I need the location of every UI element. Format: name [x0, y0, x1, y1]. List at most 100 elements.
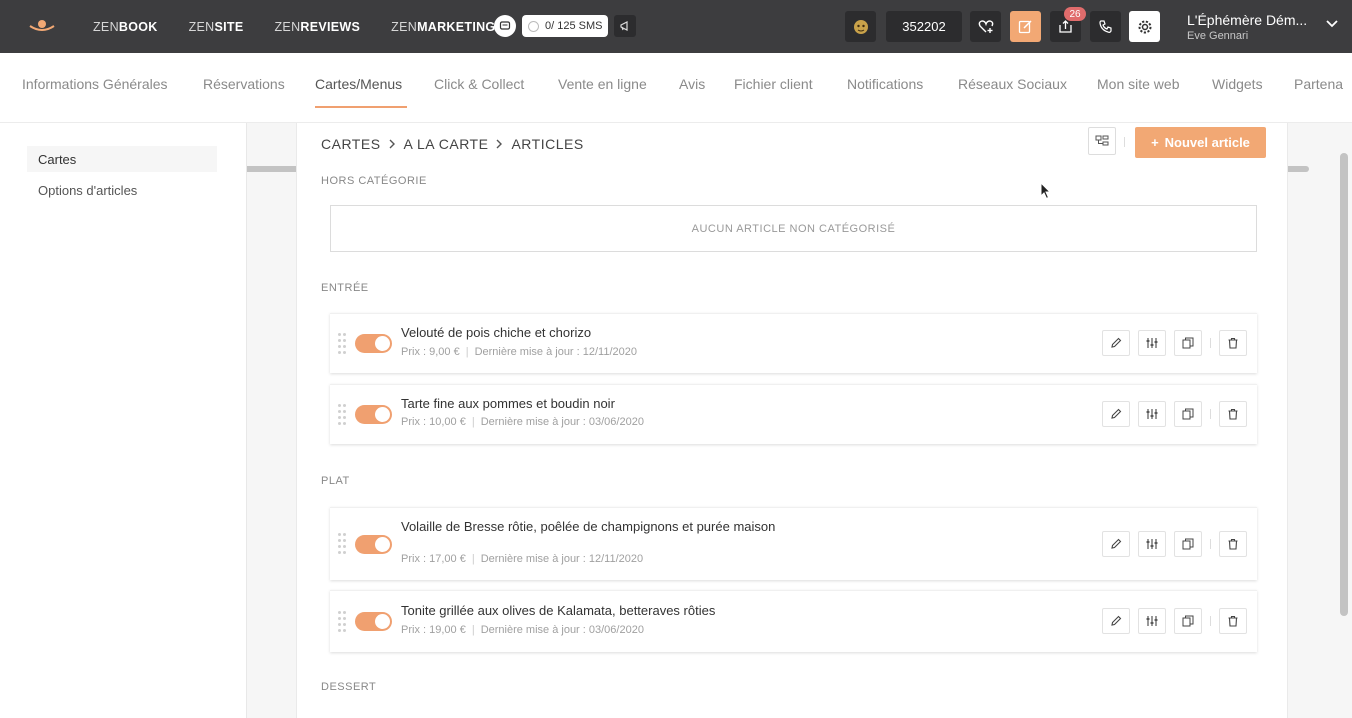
delete-button[interactable] [1219, 531, 1247, 557]
article-name: Volaille de Bresse rôtie, poêlée de cham… [401, 519, 776, 534]
article-row[interactable]: Tarte fine aux pommes et boudin noir Pri… [330, 384, 1257, 444]
account-menu[interactable]: L'Éphémère Dém... Eve Gennari [1187, 12, 1317, 42]
breadcrumb-articles: ARTICLES [511, 136, 584, 152]
nav-zenbook[interactable]: ZENBOOK [93, 20, 158, 34]
tab-reservations[interactable]: Réservations [203, 76, 285, 92]
options-button[interactable] [1138, 401, 1166, 427]
nav-zensite[interactable]: ZENSITE [189, 20, 244, 34]
availability-toggle[interactable] [355, 535, 392, 554]
duplicate-button[interactable] [1174, 401, 1202, 427]
mouse-cursor-icon [1040, 182, 1052, 200]
drag-handle-icon[interactable] [338, 404, 348, 426]
copy-icon [1182, 408, 1194, 420]
heart-plus-icon[interactable] [970, 11, 1001, 42]
edit-button[interactable] [1102, 330, 1130, 356]
sms-label: 0/ 125 SMS [545, 20, 603, 32]
options-button[interactable] [1138, 608, 1166, 634]
divider [1210, 616, 1211, 626]
chevron-down-icon[interactable] [1326, 17, 1338, 31]
section-tabs: Informations Générales Réservations Cart… [0, 53, 1352, 172]
top-bar: ZENBOOK ZENSITE ZENREVIEWS ZENMARKETING … [0, 0, 1352, 53]
duplicate-button[interactable] [1174, 330, 1202, 356]
delete-button[interactable] [1219, 401, 1247, 427]
restaurant-id[interactable]: 352202 [886, 11, 962, 42]
tab-partenaires[interactable]: Partena [1294, 76, 1343, 92]
article-row[interactable]: Tonite grillée aux olives de Kalamata, b… [330, 590, 1257, 652]
sms-progress-ring [528, 20, 539, 32]
trash-icon [1228, 615, 1238, 627]
megaphone-icon[interactable] [614, 15, 637, 37]
trash-icon [1228, 408, 1238, 420]
tab-informations-generales[interactable]: Informations Générales [22, 76, 168, 92]
breadcrumb-a-la-carte[interactable]: A LA CARTE [404, 136, 489, 152]
vertical-scrollbar[interactable] [1340, 153, 1348, 616]
article-row[interactable]: Volaille de Bresse rôtie, poêlée de cham… [330, 507, 1257, 580]
tab-click-collect[interactable]: Click & Collect [434, 76, 524, 92]
options-button[interactable] [1138, 330, 1166, 356]
nav-zenmarketing[interactable]: ZENMARKETING [391, 20, 495, 34]
trash-icon [1228, 538, 1238, 550]
breadcrumb-cartes[interactable]: CARTES [321, 136, 381, 152]
message-icon[interactable] [494, 15, 516, 37]
sliders-icon [1146, 338, 1158, 348]
options-button[interactable] [1138, 531, 1166, 557]
article-meta: Prix : 19,00 € | Dernière mise à jour : 03… [401, 624, 644, 636]
article-price: Prix : 9,00 € [401, 346, 460, 358]
article-price: Prix : 19,00 € [401, 624, 466, 636]
sms-counter[interactable]: 0/ 125 SMS [522, 15, 609, 37]
availability-toggle[interactable] [355, 612, 392, 631]
tree-view-button[interactable] [1088, 127, 1116, 155]
product-nav: ZENBOOK ZENSITE ZENREVIEWS ZENMARKETING [93, 0, 495, 53]
article-name: Tarte fine aux pommes et boudin noir [401, 396, 615, 411]
divider [1210, 338, 1211, 348]
phone-icon[interactable] [1090, 11, 1121, 42]
edit-note-icon[interactable] [1010, 11, 1041, 42]
copy-icon [1182, 538, 1194, 550]
edit-button[interactable] [1102, 608, 1130, 634]
duplicate-button[interactable] [1174, 531, 1202, 557]
account-user: Eve Gennari [1187, 30, 1249, 42]
tab-reseaux-sociaux[interactable]: Réseaux Sociaux [958, 76, 1067, 92]
drag-handle-icon[interactable] [338, 611, 348, 633]
article-row[interactable]: Velouté de pois chiche et chorizo Prix :… [330, 313, 1257, 373]
hierarchy-icon [1095, 135, 1109, 146]
copy-icon [1182, 615, 1194, 627]
drag-handle-icon[interactable] [338, 333, 348, 355]
gear-icon[interactable] [1129, 11, 1160, 42]
duplicate-button[interactable] [1174, 608, 1202, 634]
tab-cartes-menus[interactable]: Cartes/Menus [315, 76, 402, 92]
sidebar: Cartes Options d'articles [0, 123, 247, 718]
chevron-right-icon [389, 137, 396, 152]
delete-button[interactable] [1219, 330, 1247, 356]
zenchef-logo[interactable] [28, 14, 56, 36]
availability-toggle[interactable] [355, 405, 392, 424]
pencil-icon [1111, 538, 1122, 549]
delete-button[interactable] [1219, 608, 1247, 634]
new-article-button[interactable]: + Nouvel article [1135, 127, 1266, 158]
sidebar-item-options-articles[interactable]: Options d'articles [27, 177, 217, 203]
divider [1124, 137, 1125, 147]
empty-uncategorized: AUCUN ARTICLE NON CATÉGORISÉ [330, 205, 1257, 252]
pencil-icon [1111, 615, 1122, 626]
tab-vente-en-ligne[interactable]: Vente en ligne [558, 76, 647, 92]
articles-panel: CARTES A LA CARTE ARTICLES + Nouvel arti… [296, 123, 1288, 718]
tab-widgets[interactable]: Widgets [1212, 76, 1263, 92]
tab-fichier-client[interactable]: Fichier client [734, 76, 813, 92]
chevron-right-icon [496, 137, 503, 152]
availability-toggle[interactable] [355, 334, 392, 353]
article-price: Prix : 17,00 € [401, 553, 466, 565]
edit-button[interactable] [1102, 531, 1130, 557]
drag-handle-icon[interactable] [338, 533, 348, 555]
tab-avis[interactable]: Avis [679, 76, 705, 92]
tab-mon-site-web[interactable]: Mon site web [1097, 76, 1179, 92]
nav-zenreviews[interactable]: ZENREVIEWS [275, 20, 361, 34]
section-title-dessert: DESSERT [321, 681, 377, 693]
pencil-icon [1111, 408, 1122, 419]
edit-button[interactable] [1102, 401, 1130, 427]
sidebar-item-cartes[interactable]: Cartes [27, 146, 217, 172]
section-title-uncategorized: HORS CATÉGORIE [321, 175, 427, 187]
tab-notifications[interactable]: Notifications [847, 76, 923, 92]
restaurant-avatar[interactable] [845, 11, 876, 42]
article-meta: Prix : 9,00 € | Dernière mise à jour : 12/… [401, 346, 638, 358]
breadcrumb: CARTES A LA CARTE ARTICLES [321, 136, 584, 152]
